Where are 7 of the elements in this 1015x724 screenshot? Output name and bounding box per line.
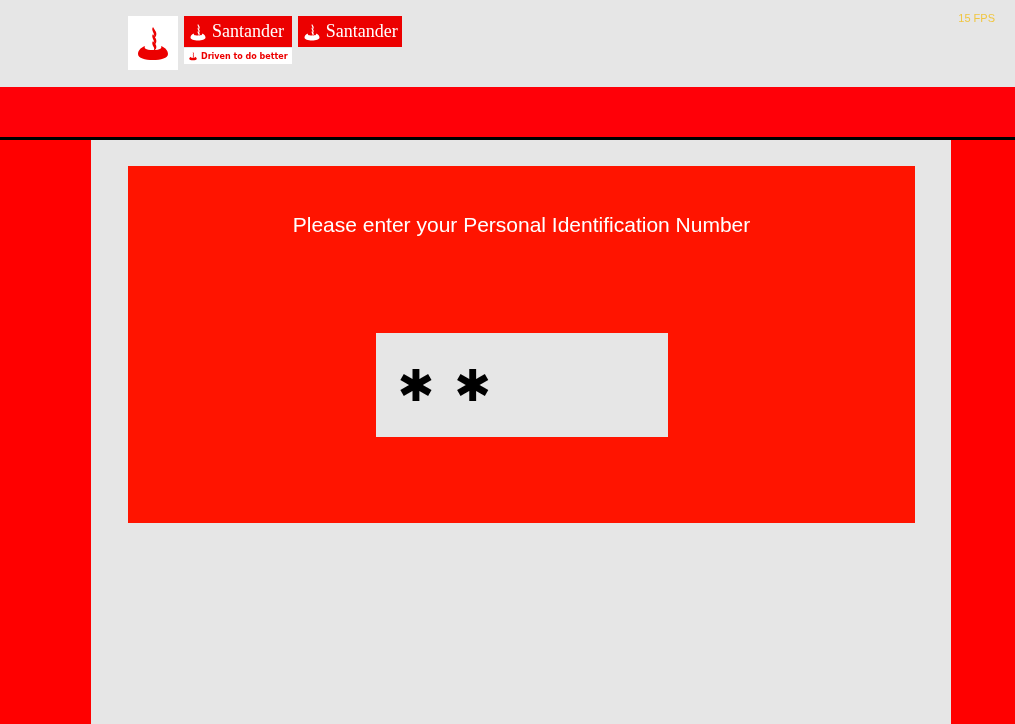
flame-icon: [188, 51, 198, 61]
tagline: Driven to do better: [201, 51, 288, 61]
brand-name: Santander: [325, 21, 398, 42]
prompt-text: Please enter your Personal Identification Number: [292, 213, 751, 237]
fps-counter: 15 FPS: [958, 12, 995, 24]
brand-name: Santander: [212, 21, 284, 42]
pin-field[interactable]: ✱✱: [375, 333, 668, 437]
